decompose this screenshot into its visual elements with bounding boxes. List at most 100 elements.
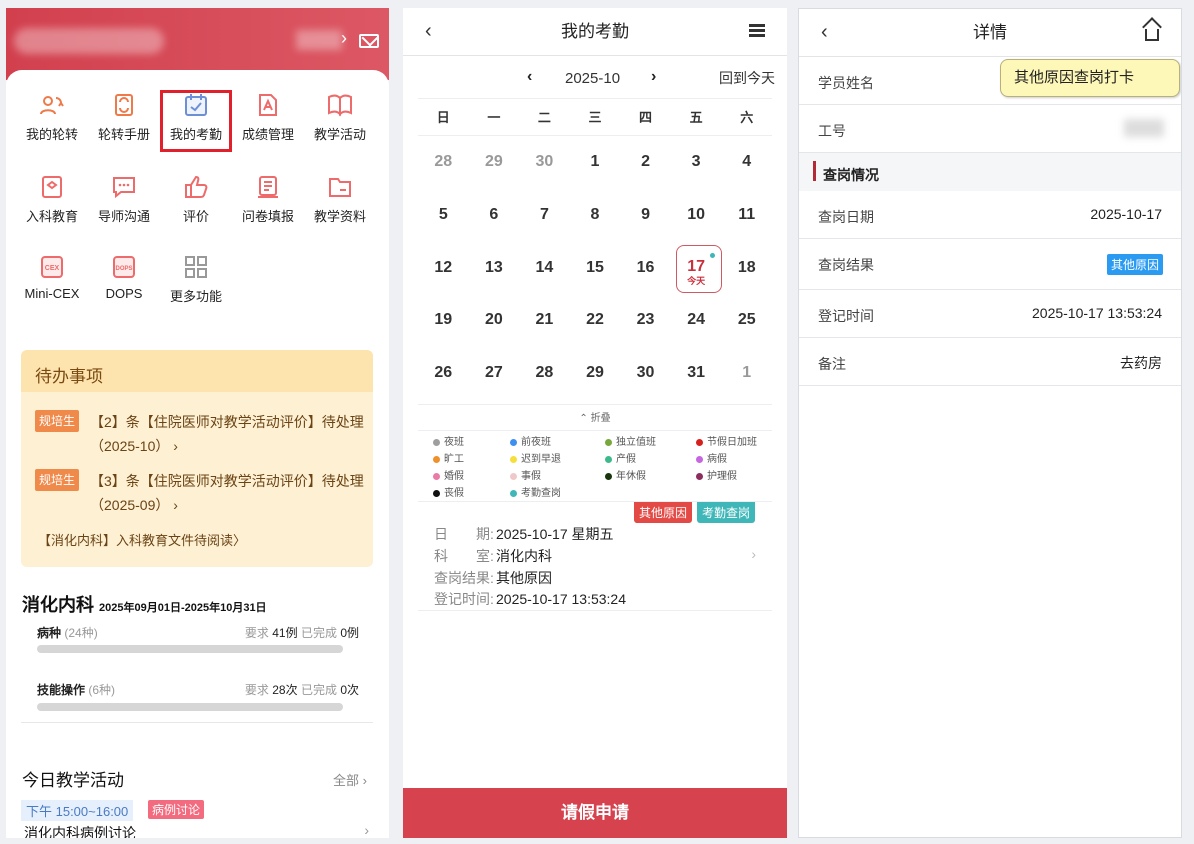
check-result-row: 查岗结果 其他原因 bbox=[799, 239, 1181, 290]
calendar-day[interactable]: 7 bbox=[519, 189, 570, 242]
grid-item-admission-education[interactable]: 入科教育 bbox=[16, 170, 88, 230]
calendar-day[interactable]: 3 bbox=[671, 136, 722, 189]
grid-item-rotation-handbook[interactable]: 轮转手册 bbox=[88, 88, 160, 148]
calendar-day[interactable]: 11 bbox=[721, 189, 772, 242]
grid-item-survey[interactable]: 问卷填报 bbox=[232, 170, 304, 230]
calendar-day[interactable]: 31 bbox=[671, 347, 722, 400]
fold-toggle[interactable]: ⌃ 折叠 bbox=[418, 404, 772, 431]
calendar-day[interactable]: 19 bbox=[418, 294, 469, 347]
chevron-right-icon[interactable]: › bbox=[341, 28, 347, 49]
chevron-right-icon[interactable]: › bbox=[364, 822, 369, 838]
nav-bar: ‹ 我的考勤 bbox=[403, 8, 787, 56]
grid-item-label: DOPS bbox=[105, 286, 143, 301]
chevron-right-icon: › bbox=[173, 438, 178, 454]
calendar-day[interactable]: 28 bbox=[519, 347, 570, 400]
activity-all-link[interactable]: 全部 › bbox=[333, 770, 367, 789]
user-info-blurred[interactable] bbox=[14, 28, 164, 54]
mail-icon[interactable] bbox=[359, 34, 379, 48]
activity-name[interactable]: 消化内科病例讨论 bbox=[24, 823, 136, 838]
thumbs-up-icon bbox=[183, 174, 209, 200]
calendar-day[interactable]: 5 bbox=[418, 189, 469, 242]
department-name: 消化内科 bbox=[22, 595, 94, 615]
next-month-icon[interactable]: › bbox=[651, 68, 656, 86]
calendar-day[interactable]: 10 bbox=[671, 189, 722, 242]
grid-item-label: 轮转手册 bbox=[97, 127, 150, 142]
calendar-day[interactable]: 1 bbox=[721, 347, 772, 400]
calendar-day[interactable]: 15 bbox=[570, 242, 621, 295]
calendar-day[interactable]: 24 bbox=[671, 294, 722, 347]
nav-bar: ‹ 详情 bbox=[799, 9, 1181, 57]
svg-text:DOPS: DOPS bbox=[115, 266, 132, 272]
calendar-day[interactable]: 18 bbox=[721, 242, 772, 295]
legend-item: 产假 bbox=[605, 452, 696, 468]
calendar-days: 28 29 30 1 2 3 4 5 6 7 8 9 10 11 12 13 14 15 16 17 今天 18 19 20 2… bbox=[418, 136, 772, 400]
grid-item-my-rotation[interactable]: 我的轮转 bbox=[16, 88, 88, 148]
calendar-day-today[interactable]: 17 今天 bbox=[671, 242, 722, 295]
calendar-day[interactable]: 29 bbox=[469, 136, 520, 189]
grid-item-label: 问卷填报 bbox=[241, 209, 294, 224]
grid-item-teaching-materials[interactable]: 教学资料 bbox=[304, 170, 376, 230]
calendar-day[interactable]: 14 bbox=[519, 242, 570, 295]
back-icon[interactable]: ‹ bbox=[821, 21, 828, 44]
grid-item-label: 教学资料 bbox=[313, 209, 366, 224]
calendar-day[interactable]: 26 bbox=[418, 347, 469, 400]
attendance-record[interactable]: 其他原因 考勤查岗 日 期: 2025-10-17 星期五 科 室: 消化内科 查岗… bbox=[418, 501, 772, 611]
calendar-day[interactable]: 9 bbox=[620, 189, 671, 242]
calendar-day[interactable]: 27 bbox=[469, 347, 520, 400]
grid-item-label: 评价 bbox=[182, 209, 209, 224]
calendar-day[interactable]: 21 bbox=[519, 294, 570, 347]
calendar-day[interactable]: 16 bbox=[620, 242, 671, 295]
calendar-day[interactable]: 29 bbox=[570, 347, 621, 400]
todo-card: 待办事项 规培生 【2】条【住院医师对教学活动评价】待处理（2025-10） ›… bbox=[21, 350, 373, 567]
calendar-day[interactable]: 22 bbox=[570, 294, 621, 347]
detail-panel: ‹ 详情 学员姓名 工号 查岗情况 查岗日期 2025-10-17 查岗结果 其他原… bbox=[798, 8, 1182, 838]
weekday-label: 三 bbox=[588, 110, 602, 125]
calendar-day[interactable]: 8 bbox=[570, 189, 621, 242]
grid-item-dops[interactable]: DOPS DOPS bbox=[88, 250, 160, 310]
grid-item-mentor-communication[interactable]: 导师沟通 bbox=[88, 170, 160, 230]
page-title: 详情 bbox=[973, 23, 1007, 42]
back-to-today-button[interactable]: 回到今天 bbox=[719, 68, 775, 88]
back-icon[interactable]: ‹ bbox=[425, 20, 432, 43]
calendar-day[interactable]: 1 bbox=[570, 136, 621, 189]
calendar-day[interactable]: 30 bbox=[620, 347, 671, 400]
weekday-label: 五 bbox=[689, 110, 703, 125]
legend-item: 节假日加班 bbox=[696, 435, 773, 451]
calendar-day[interactable]: 25 bbox=[721, 294, 772, 347]
prev-month-icon[interactable]: ‹ bbox=[527, 68, 532, 86]
grid-item-label: 教学活动 bbox=[313, 127, 366, 142]
legend-item: 旷工 bbox=[433, 452, 510, 468]
remark-row: 备注 去药房 bbox=[799, 338, 1181, 386]
weekday-label: 四 bbox=[639, 110, 653, 125]
todo-item-text: 【3】条【住院医师对教学活动评价】待处理（2025-09） bbox=[90, 473, 364, 513]
legend-item: 独立值班 bbox=[605, 435, 696, 451]
grid-item-grade[interactable]: 成绩管理 bbox=[232, 88, 304, 148]
todo-item[interactable]: 规培生 【2】条【住院医师对教学活动评价】待处理（2025-10） › bbox=[35, 410, 365, 458]
result-badge: 其他原因 bbox=[1106, 254, 1163, 275]
progress-stats: 要求 28次 已完成 0次 bbox=[244, 683, 359, 697]
calendar-day[interactable]: 2 bbox=[620, 136, 671, 189]
calendar-day[interactable]: 30 bbox=[519, 136, 570, 189]
grid-item-evaluation[interactable]: 评价 bbox=[160, 170, 232, 230]
calendar-day[interactable]: 12 bbox=[418, 242, 469, 295]
home-icon[interactable] bbox=[1145, 25, 1159, 41]
grid-item-more-functions[interactable]: 更多功能 bbox=[160, 250, 232, 310]
calendar-day[interactable]: 23 bbox=[620, 294, 671, 347]
list-icon[interactable] bbox=[749, 24, 765, 37]
calendar-day[interactable]: 6 bbox=[469, 189, 520, 242]
education-icon bbox=[39, 174, 65, 200]
calendar-day[interactable]: 20 bbox=[469, 294, 520, 347]
grid-item-mini-cex[interactable]: CEX Mini-CEX bbox=[16, 250, 88, 310]
calendar-day[interactable]: 4 bbox=[721, 136, 772, 189]
selected-item-highlight bbox=[160, 90, 232, 152]
legend-item: 事假 bbox=[510, 469, 605, 485]
legend-item: 考勤查岗 bbox=[510, 486, 605, 502]
calendar-day[interactable]: 13 bbox=[469, 242, 520, 295]
grid-item-label: 我的轮转 bbox=[25, 127, 78, 142]
todo-item[interactable]: 规培生 【3】条【住院医师对教学活动评价】待处理（2025-09） › bbox=[35, 469, 365, 517]
leave-request-button[interactable]: 请假申请 bbox=[403, 788, 787, 838]
attendance-panel: ‹ 我的考勤 ‹ 2025-10 › 回到今天 日一二三四五六 28 29 30 1 2… bbox=[403, 8, 787, 838]
calendar-day[interactable]: 28 bbox=[418, 136, 469, 189]
admission-doc-link[interactable]: 【消化内科】入科教育文件待阅读〉 bbox=[38, 530, 246, 549]
grid-item-teaching-activity[interactable]: 教学活动 bbox=[304, 88, 376, 148]
